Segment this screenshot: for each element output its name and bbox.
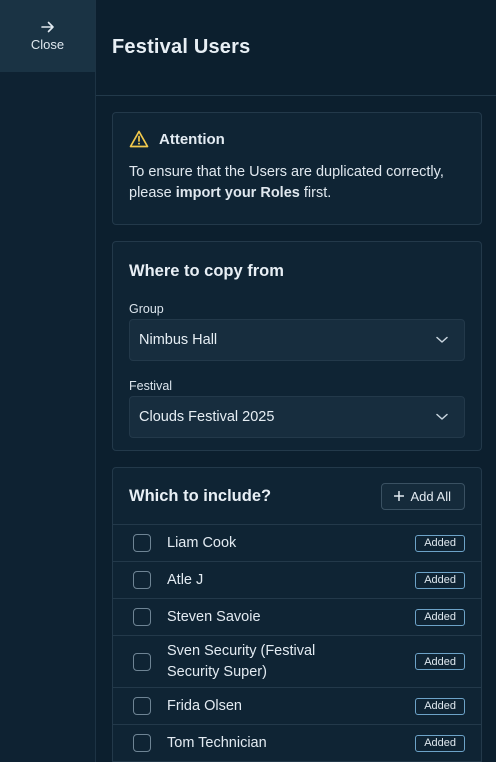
user-row: Tom Technician Added [113, 725, 481, 762]
arrow-right-icon [40, 21, 54, 33]
import-roles-text: import your Roles [175, 185, 300, 201]
page-header: Festival Users [96, 0, 496, 96]
chevron-down-icon [436, 413, 448, 420]
user-name: Atle J [167, 571, 204, 588]
copy-from-card: Where to copy from Group Nimbus Hall Fes… [112, 241, 482, 451]
user-checkbox[interactable] [133, 534, 151, 552]
status-badge: Added [415, 734, 465, 752]
main-panel: Festival Users Attention To ensure that … [96, 0, 496, 762]
attention-text-end: first. [299, 185, 332, 201]
user-row: Steven Savoie Added [113, 599, 481, 636]
user-name: Steven Savoie [167, 608, 261, 625]
attention-header: Attention [129, 130, 465, 148]
user-checkbox[interactable] [133, 608, 151, 626]
add-all-button[interactable]: Add All [380, 482, 465, 510]
user-checkbox[interactable] [133, 571, 151, 589]
close-label: Close [30, 37, 65, 52]
status-badge: Added [415, 571, 465, 589]
festival-label: Festival [129, 379, 173, 393]
user-name: Tom Technician [167, 734, 267, 751]
festival-select-value: Clouds Festival 2025 [139, 409, 275, 425]
group-select-value: Nimbus Hall [139, 332, 218, 348]
attention-card: Attention To ensure that the Users are d… [112, 112, 482, 225]
include-title: Which to include? [129, 486, 272, 505]
user-row: Sven Security (Festival Security Super) … [113, 636, 481, 688]
user-name: Frida Olsen [167, 697, 242, 714]
chevron-down-icon [436, 336, 448, 343]
user-row: Liam Cook Added [113, 525, 481, 562]
user-row: Atle J Added [113, 562, 481, 599]
copy-from-title: Where to copy from [129, 262, 284, 280]
attention-message: To ensure that the Users are duplicated … [129, 162, 465, 204]
side-rail: Close [0, 0, 96, 762]
include-card: Which to include? Add All Liam Cook Adde… [112, 467, 482, 762]
include-header: Which to include? Add All [113, 468, 481, 525]
plus-icon [393, 491, 404, 501]
user-name: Liam Cook [167, 534, 237, 551]
group-select[interactable]: Nimbus Hall [129, 319, 465, 361]
group-label: Group [129, 302, 164, 316]
page-title: Festival Users [112, 36, 251, 58]
user-checkbox[interactable] [133, 734, 151, 752]
status-badge: Added [415, 653, 465, 670]
status-badge: Added [415, 608, 465, 626]
status-badge: Added [415, 534, 465, 552]
close-button[interactable]: Close [0, 0, 95, 72]
user-checkbox[interactable] [133, 652, 151, 671]
add-all-label: Add All [410, 488, 451, 504]
festival-select[interactable]: Clouds Festival 2025 [129, 396, 465, 438]
status-badge: Added [415, 697, 465, 715]
warning-triangle-icon [129, 130, 149, 148]
attention-title: Attention [159, 130, 225, 148]
user-checkbox[interactable] [133, 697, 151, 715]
user-name: Sven Security (Festival Security Super) [167, 642, 316, 680]
user-row: Frida Olsen Added [113, 688, 481, 725]
